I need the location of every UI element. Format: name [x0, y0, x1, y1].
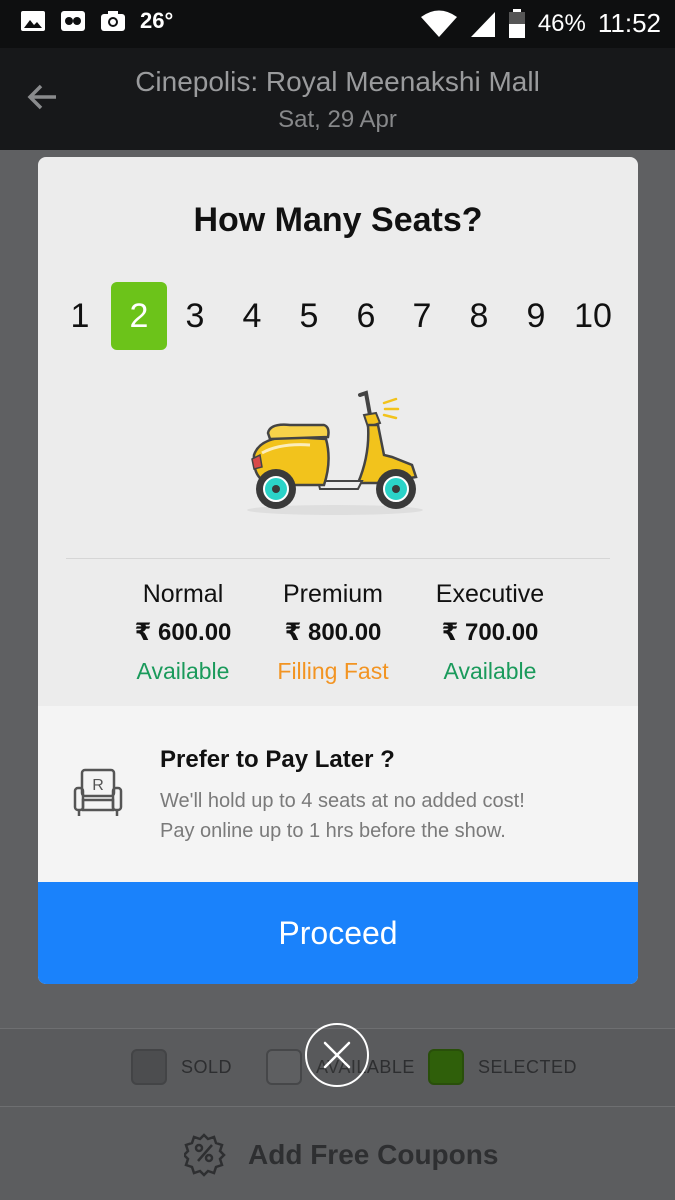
category-name: Normal	[142, 580, 224, 608]
available-swatch	[266, 1049, 302, 1085]
pay-later-line-2: Pay online up to 1 hrs before the show.	[160, 820, 506, 842]
legend-selected: SELECTED	[428, 1049, 577, 1085]
show-date: Sat, 29 Apr	[278, 106, 397, 133]
seat-count-dialog: How Many Seats? 1 2 3 4 5 6 7 8 9 10 Nor…	[38, 157, 638, 984]
coupon-bar[interactable]: Add Free Coupons	[0, 1106, 675, 1200]
category-status: Filling Fast	[277, 658, 389, 684]
coupon-label: Add Free Coupons	[248, 1139, 499, 1170]
signal-icon	[470, 11, 495, 37]
wifi-icon	[420, 10, 457, 37]
category-name: Premium	[282, 580, 383, 608]
gallery-icon	[21, 11, 45, 31]
seat-count-selector: 1 2 3 4 5 6 7 8 9 10	[52, 282, 638, 350]
seat-option-3[interactable]: 3	[167, 282, 223, 350]
messenger-icon	[61, 11, 85, 31]
seat-option-5[interactable]: 5	[281, 282, 337, 350]
dialog-title: How Many Seats?	[193, 201, 483, 239]
proceed-button[interactable]: Proceed	[38, 882, 638, 984]
battery-percent: 46%	[537, 9, 586, 37]
seat-option-10[interactable]: 10	[565, 282, 621, 350]
battery-icon	[508, 8, 525, 38]
scooter-icon	[247, 390, 423, 515]
category-price: ₹ 600.00	[134, 619, 232, 646]
category-status: Available	[136, 658, 230, 684]
divider	[66, 558, 610, 559]
svg-text:R: R	[92, 777, 104, 794]
pay-later-title: Prefer to Pay Later ?	[160, 746, 395, 773]
seat-option-9[interactable]: 9	[508, 282, 564, 350]
category-status: Available	[443, 658, 537, 684]
reserved-seat-icon: R	[73, 768, 123, 816]
seat-option-7[interactable]: 7	[394, 282, 450, 350]
seat-option-1[interactable]: 1	[52, 282, 108, 350]
category-price: ₹ 700.00	[441, 619, 539, 646]
clock: 11:52	[597, 8, 661, 38]
camera-icon	[101, 11, 125, 31]
category-premium: Premium ₹ 800.00 Filling Fast	[258, 577, 408, 687]
coupon-icon	[184, 1133, 226, 1177]
close-icon	[323, 1041, 351, 1069]
category-price: ₹ 800.00	[284, 619, 382, 646]
sold-swatch	[131, 1049, 167, 1085]
seat-option-4[interactable]: 4	[224, 282, 280, 350]
seat-option-2[interactable]: 2	[111, 282, 167, 350]
pay-later-line-1: We'll hold up to 4 seats at no added cos…	[160, 790, 525, 812]
category-normal: Normal ₹ 600.00 Available	[108, 577, 258, 687]
seat-option-6[interactable]: 6	[338, 282, 394, 350]
selected-swatch	[428, 1049, 464, 1085]
legend-selected-label: SELECTED	[478, 1056, 578, 1077]
app-header: Cinepolis: Royal Meenakshi Mall Sat, 29 …	[0, 48, 675, 150]
seat-option-8[interactable]: 8	[451, 282, 507, 350]
pay-later-section: R Prefer to Pay Later ? We'll hold up to…	[38, 706, 638, 882]
close-button[interactable]	[305, 1023, 369, 1087]
cinema-title: Cinepolis: Royal Meenakshi Mall	[135, 66, 540, 97]
category-name: Executive	[435, 580, 545, 608]
status-bar: 26° 46% 11:52	[0, 0, 675, 48]
category-executive: Executive ₹ 700.00 Available	[415, 577, 565, 687]
legend-sold-label: SOLD	[181, 1056, 233, 1077]
temperature: 26°	[140, 8, 174, 33]
legend-sold: SOLD	[131, 1049, 232, 1085]
